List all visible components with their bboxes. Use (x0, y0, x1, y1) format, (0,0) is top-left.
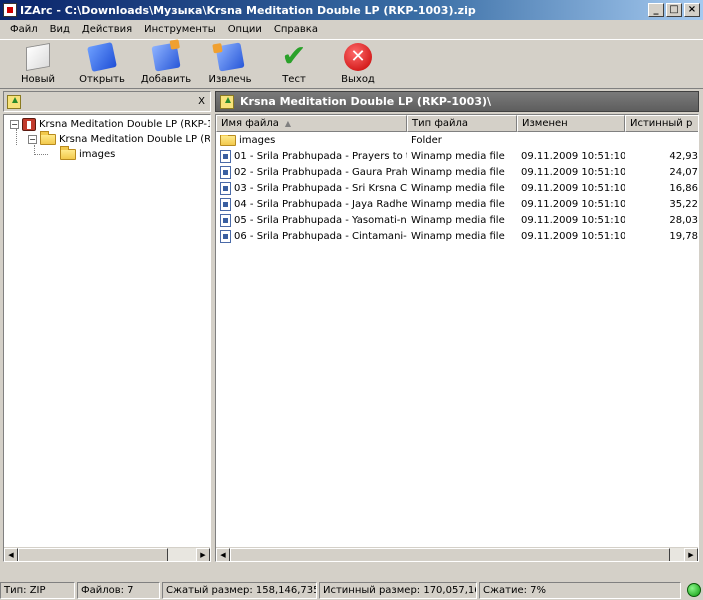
menu-bar: Файл Вид Действия Инструменты Опции Спра… (0, 20, 703, 38)
open-label: Открыть (79, 74, 125, 85)
tree-header: X (3, 91, 211, 112)
path-bar: Krsna Meditation Double LP (RKP-1003)\ (215, 91, 699, 112)
column-headers: Имя файла ▲ Тип файла Изменен Истинный р (216, 115, 698, 132)
table-row[interactable]: 05 - Srila Prabhupada - Yasomati-nandana… (216, 213, 698, 228)
status-file-count: Файлов: 7 (77, 581, 160, 599)
list-horizontal-scrollbar[interactable]: ◀ ▶ (216, 547, 698, 561)
new-archive-icon (26, 43, 50, 71)
window-title: IZArc - C:\Downloads\Музыка\Krsna Medita… (20, 3, 476, 17)
table-row[interactable]: 03 - Srila Prabhupada - Sri Krsna Caitan… (216, 181, 698, 196)
current-path: Krsna Meditation Double LP (RKP-1003)\ (240, 95, 492, 108)
tree-horizontal-scrollbar[interactable]: ◀ ▶ (4, 547, 210, 561)
column-header-size[interactable]: Истинный р (625, 115, 698, 132)
scroll-left-arrow-icon[interactable]: ◀ (216, 548, 230, 561)
extract-button[interactable]: Извлечь (198, 40, 262, 88)
open-button[interactable]: Открыть (70, 40, 134, 88)
media-file-icon (220, 198, 231, 211)
table-row[interactable]: 04 - Srila Prabhupada - Jaya Radhe Jaya … (216, 197, 698, 212)
tree-item-images[interactable]: images (60, 146, 116, 162)
up-folder-icon[interactable] (220, 94, 234, 109)
media-file-icon (220, 150, 231, 163)
close-button[interactable]: × (684, 3, 700, 17)
checkmark-icon: ✔ (281, 39, 307, 74)
folder-icon (60, 146, 76, 160)
media-file-icon (220, 182, 231, 195)
table-row[interactable]: 01 - Srila Prabhupada - Prayers to the S… (216, 149, 698, 164)
status-compressed-size: Сжатый размер: 158,146,735 (162, 581, 317, 599)
menu-actions[interactable]: Действия (76, 24, 138, 35)
scroll-thumb[interactable] (18, 548, 168, 561)
minimize-button[interactable]: _ (648, 3, 664, 17)
media-file-icon (220, 230, 231, 243)
add-label: Добавить (140, 74, 192, 85)
table-row[interactable]: 06 - Srila Prabhupada - Cintamani-prakar… (216, 229, 698, 244)
status-type: Тип: ZIP (0, 581, 75, 599)
app-icon (3, 3, 17, 17)
open-folder-icon (87, 42, 117, 72)
status-compression-ratio: Сжатие: 7% (479, 581, 681, 599)
extract-icon (215, 42, 245, 72)
title-bar: IZArc - C:\Downloads\Музыка\Krsna Medita… (0, 0, 703, 20)
column-header-name[interactable]: Имя файла ▲ (216, 115, 407, 132)
menu-view[interactable]: Вид (44, 24, 76, 35)
media-file-icon (220, 166, 231, 179)
column-header-type[interactable]: Тип файла (407, 115, 517, 132)
table-row[interactable]: 02 - Srila Prabhupada - Gaura Prahari.mp… (216, 165, 698, 180)
exit-label: Выход (341, 74, 375, 85)
status-bar: Тип: ZIP Файлов: 7 Сжатый размер: 158,14… (0, 580, 703, 600)
add-files-icon (151, 42, 181, 72)
tree-label: Krsna Meditation Double LP (RKP-1003).zi… (39, 119, 210, 130)
zip-archive-icon (22, 118, 36, 131)
new-button[interactable]: Новый (6, 40, 70, 88)
exit-button[interactable]: ✕ Выход (326, 40, 390, 88)
table-row[interactable]: images Folder (216, 133, 698, 148)
toolbar: Новый Открыть Добавить Извлечь ✔ Тест ✕ … (0, 39, 703, 89)
status-light-icon (687, 583, 701, 597)
tree-item-folder[interactable]: − Krsna Meditation Double LP (RKP-1003) (28, 131, 211, 147)
sort-ascending-icon: ▲ (284, 119, 292, 128)
exit-icon: ✕ (344, 43, 372, 71)
scroll-right-arrow-icon[interactable]: ▶ (684, 548, 698, 561)
tree-label: Krsna Meditation Double LP (RKP-1003) (59, 134, 211, 145)
test-button[interactable]: ✔ Тест (262, 40, 326, 88)
folder-icon (40, 131, 56, 145)
tree-label: images (79, 149, 116, 160)
collapse-icon[interactable]: − (10, 120, 19, 129)
menu-file[interactable]: Файл (4, 24, 44, 35)
collapse-icon[interactable]: − (28, 135, 37, 144)
media-file-icon (220, 214, 231, 227)
maximize-button[interactable]: □ (666, 3, 682, 17)
add-button[interactable]: Добавить (134, 40, 198, 88)
folder-icon (220, 135, 236, 146)
scroll-left-arrow-icon[interactable]: ◀ (4, 548, 18, 561)
up-folder-icon[interactable] (7, 94, 21, 109)
menu-help[interactable]: Справка (268, 24, 324, 35)
extract-label: Извлечь (208, 74, 252, 85)
tree-item-archive[interactable]: − Krsna Meditation Double LP (RKP-1003).… (10, 117, 210, 132)
folder-tree[interactable]: − Krsna Meditation Double LP (RKP-1003).… (3, 114, 211, 562)
status-actual-size: Истинный размер: 170,057,164 (319, 581, 477, 599)
column-header-modified[interactable]: Изменен (517, 115, 625, 132)
test-label: Тест (282, 74, 306, 85)
close-tree-button[interactable]: X (198, 96, 205, 107)
new-label: Новый (21, 74, 55, 85)
menu-tools[interactable]: Инструменты (138, 24, 222, 35)
scroll-thumb[interactable] (230, 548, 670, 561)
menu-options[interactable]: Опции (222, 24, 268, 35)
scroll-right-arrow-icon[interactable]: ▶ (196, 548, 210, 561)
file-list[interactable]: Имя файла ▲ Тип файла Изменен Истинный р … (215, 114, 699, 562)
